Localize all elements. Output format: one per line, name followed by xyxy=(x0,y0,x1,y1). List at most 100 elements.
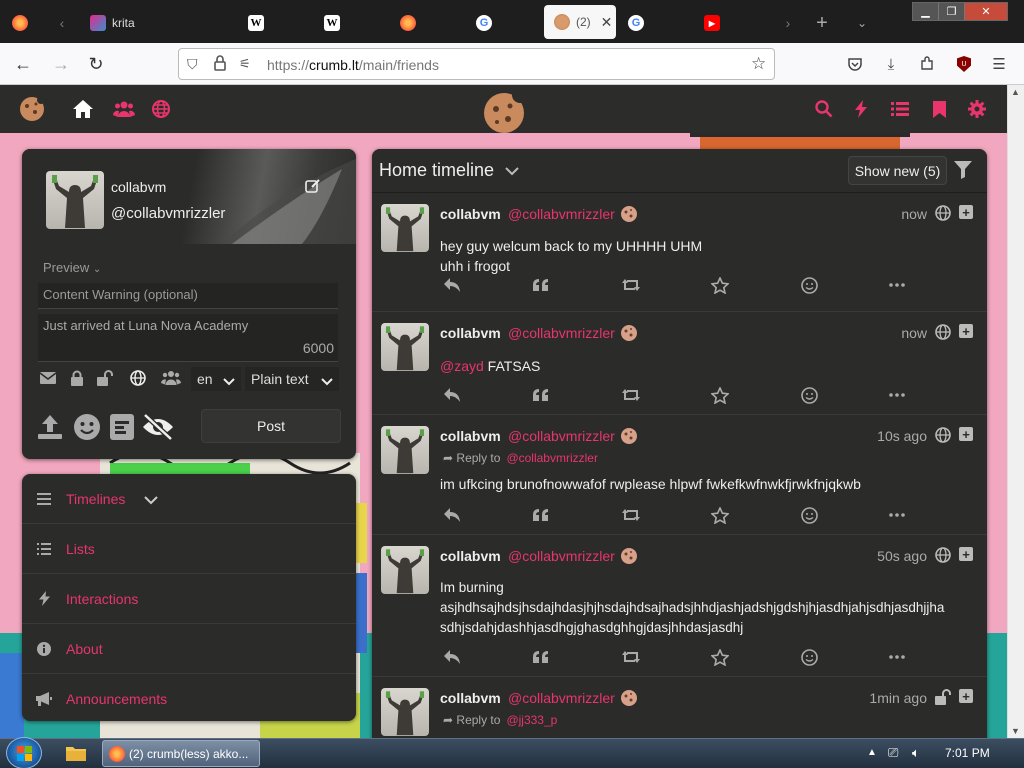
tab-wikipedia-2[interactable]: W xyxy=(322,6,342,40)
tray-expand-icon[interactable]: ▲ xyxy=(867,747,877,758)
show-new-button[interactable]: Show new (5) xyxy=(848,156,947,185)
post-timestamp[interactable]: 50s ago xyxy=(877,548,927,564)
post-author-handle[interactable]: @collabvmrizzler xyxy=(508,206,615,222)
status-textarea[interactable]: Just arrived at Luna Nova Academy xyxy=(38,314,338,362)
repeat-icon[interactable] xyxy=(622,506,640,524)
start-button[interactable] xyxy=(6,737,42,768)
profile-name[interactable]: collabvm xyxy=(111,179,166,195)
lock-icon[interactable] xyxy=(213,54,227,77)
taskbar-firefox-window[interactable]: (2) crumb(less) akko... xyxy=(102,740,260,767)
avatar[interactable] xyxy=(381,546,429,594)
tab-scroll-right[interactable]: › xyxy=(778,6,798,40)
avatar[interactable] xyxy=(381,323,429,371)
edit-profile-icon[interactable] xyxy=(305,178,321,194)
post-author-handle[interactable]: @collabvmrizzler xyxy=(508,548,615,564)
upload-icon[interactable] xyxy=(34,411,66,443)
tab-list-button[interactable]: ⌄ xyxy=(850,6,874,40)
tab-firefox-2[interactable] xyxy=(398,6,418,40)
star-icon[interactable] xyxy=(711,506,729,524)
quote-icon[interactable] xyxy=(532,386,550,404)
extensions-icon[interactable] xyxy=(918,55,936,73)
preview-toggle[interactable]: Preview ⌄ xyxy=(43,260,101,275)
tab-google-2[interactable]: G xyxy=(626,6,646,40)
mention-link[interactable]: @zayd xyxy=(440,358,484,374)
post-timestamp[interactable]: now xyxy=(901,206,927,222)
repeat-icon[interactable] xyxy=(622,386,640,404)
site-center-logo[interactable] xyxy=(482,89,526,133)
expand-icon[interactable]: + xyxy=(959,205,973,219)
tab-youtube[interactable]: ▶ xyxy=(702,6,722,40)
expand-icon[interactable]: + xyxy=(959,427,973,441)
new-tab-button[interactable]: + xyxy=(810,6,834,40)
post-button[interactable]: Post xyxy=(201,409,341,443)
list-icon[interactable] xyxy=(888,97,912,121)
unlock-icon[interactable] xyxy=(96,369,114,387)
tab-crumb-active[interactable]: (2) ✕ xyxy=(544,5,616,39)
users-icon[interactable] xyxy=(112,97,136,121)
emoji-react-icon[interactable] xyxy=(800,648,818,666)
repeat-icon[interactable] xyxy=(622,648,640,666)
expand-icon[interactable]: + xyxy=(959,547,973,561)
tab-scroll-left[interactable]: ‹ xyxy=(50,6,74,40)
globe-icon[interactable] xyxy=(129,369,147,387)
site-logo-cookie-icon[interactable] xyxy=(18,95,46,123)
post-author-name[interactable]: collabvm xyxy=(440,325,501,341)
close-window-button[interactable]: ✕ xyxy=(965,3,1007,20)
bolt-icon[interactable] xyxy=(849,97,873,121)
post-author-handle[interactable]: @collabvmrizzler xyxy=(508,428,615,444)
emoji-icon[interactable] xyxy=(71,411,103,443)
reply-icon[interactable] xyxy=(443,276,461,294)
lock-icon[interactable] xyxy=(68,369,86,387)
reply-to-line[interactable]: ➦ Reply to @jj333_p xyxy=(443,713,557,727)
avatar[interactable] xyxy=(381,426,429,474)
more-icon[interactable] xyxy=(888,648,906,666)
nav-item-lists[interactable]: Lists xyxy=(22,524,356,574)
reload-button[interactable]: ↻ xyxy=(85,53,107,75)
gear-icon[interactable] xyxy=(965,97,989,121)
bookmark-icon[interactable] xyxy=(927,97,951,121)
post-author-name[interactable]: collabvm xyxy=(440,690,501,706)
eye-slash-icon[interactable] xyxy=(140,411,176,443)
scroll-up-arrow-icon[interactable]: ▲ xyxy=(1011,87,1020,97)
minimize-button[interactable]: ▁ xyxy=(913,3,939,20)
pocket-icon[interactable] xyxy=(846,55,864,73)
quote-icon[interactable] xyxy=(532,648,550,666)
shield-icon[interactable]: ⛉ xyxy=(187,56,198,73)
reply-icon[interactable] xyxy=(443,506,461,524)
repeat-icon[interactable] xyxy=(622,276,640,294)
post-author-handle[interactable]: @collabvmrizzler xyxy=(508,690,615,706)
more-icon[interactable] xyxy=(888,506,906,524)
menu-icon[interactable]: ☰ xyxy=(990,55,1008,73)
url-bar[interactable]: ⛉ ⚟ https://crumb.lt/main/friends ☆ xyxy=(178,48,775,80)
volume-muted-icon[interactable]: 🔈︎ xyxy=(912,745,920,761)
reply-icon[interactable] xyxy=(443,648,461,666)
avatar[interactable] xyxy=(381,688,429,736)
star-icon[interactable] xyxy=(711,276,729,294)
quote-icon[interactable] xyxy=(532,506,550,524)
avatar[interactable] xyxy=(46,171,104,229)
permissions-icon[interactable]: ⚟ xyxy=(239,56,251,72)
users-icon[interactable] xyxy=(160,369,182,387)
content-warning-input[interactable]: Content Warning (optional) xyxy=(38,283,338,309)
taskbar-clock[interactable]: 7:01 PM xyxy=(945,746,990,760)
post-author-name[interactable]: collabvm xyxy=(440,428,501,444)
nav-item-interactions[interactable]: Interactions xyxy=(22,574,356,624)
back-button[interactable]: ← xyxy=(12,53,34,75)
poll-icon[interactable] xyxy=(106,411,138,443)
search-icon[interactable] xyxy=(812,97,836,121)
globe-icon[interactable] xyxy=(149,97,173,121)
timeline-title[interactable]: Home timeline xyxy=(379,160,494,181)
post-author-name[interactable]: collabvm xyxy=(440,206,501,222)
filter-icon[interactable] xyxy=(954,161,972,184)
restore-button[interactable]: ❐ xyxy=(939,3,965,20)
tab-wikipedia[interactable]: W xyxy=(246,6,266,40)
more-icon[interactable] xyxy=(888,386,906,404)
profile-handle[interactable]: @collabvmrizzler xyxy=(111,205,225,222)
bookmark-star-icon[interactable]: ☆ xyxy=(751,54,766,74)
reply-to-line[interactable]: ➦ Reply to @collabvmrizzler xyxy=(443,451,598,465)
post-author-name[interactable]: collabvm xyxy=(440,548,501,564)
chevron-down-icon[interactable] xyxy=(144,492,158,510)
close-icon[interactable]: ✕ xyxy=(601,14,613,31)
reply-icon[interactable] xyxy=(443,386,461,404)
nav-item-about[interactable]: About xyxy=(22,624,356,674)
